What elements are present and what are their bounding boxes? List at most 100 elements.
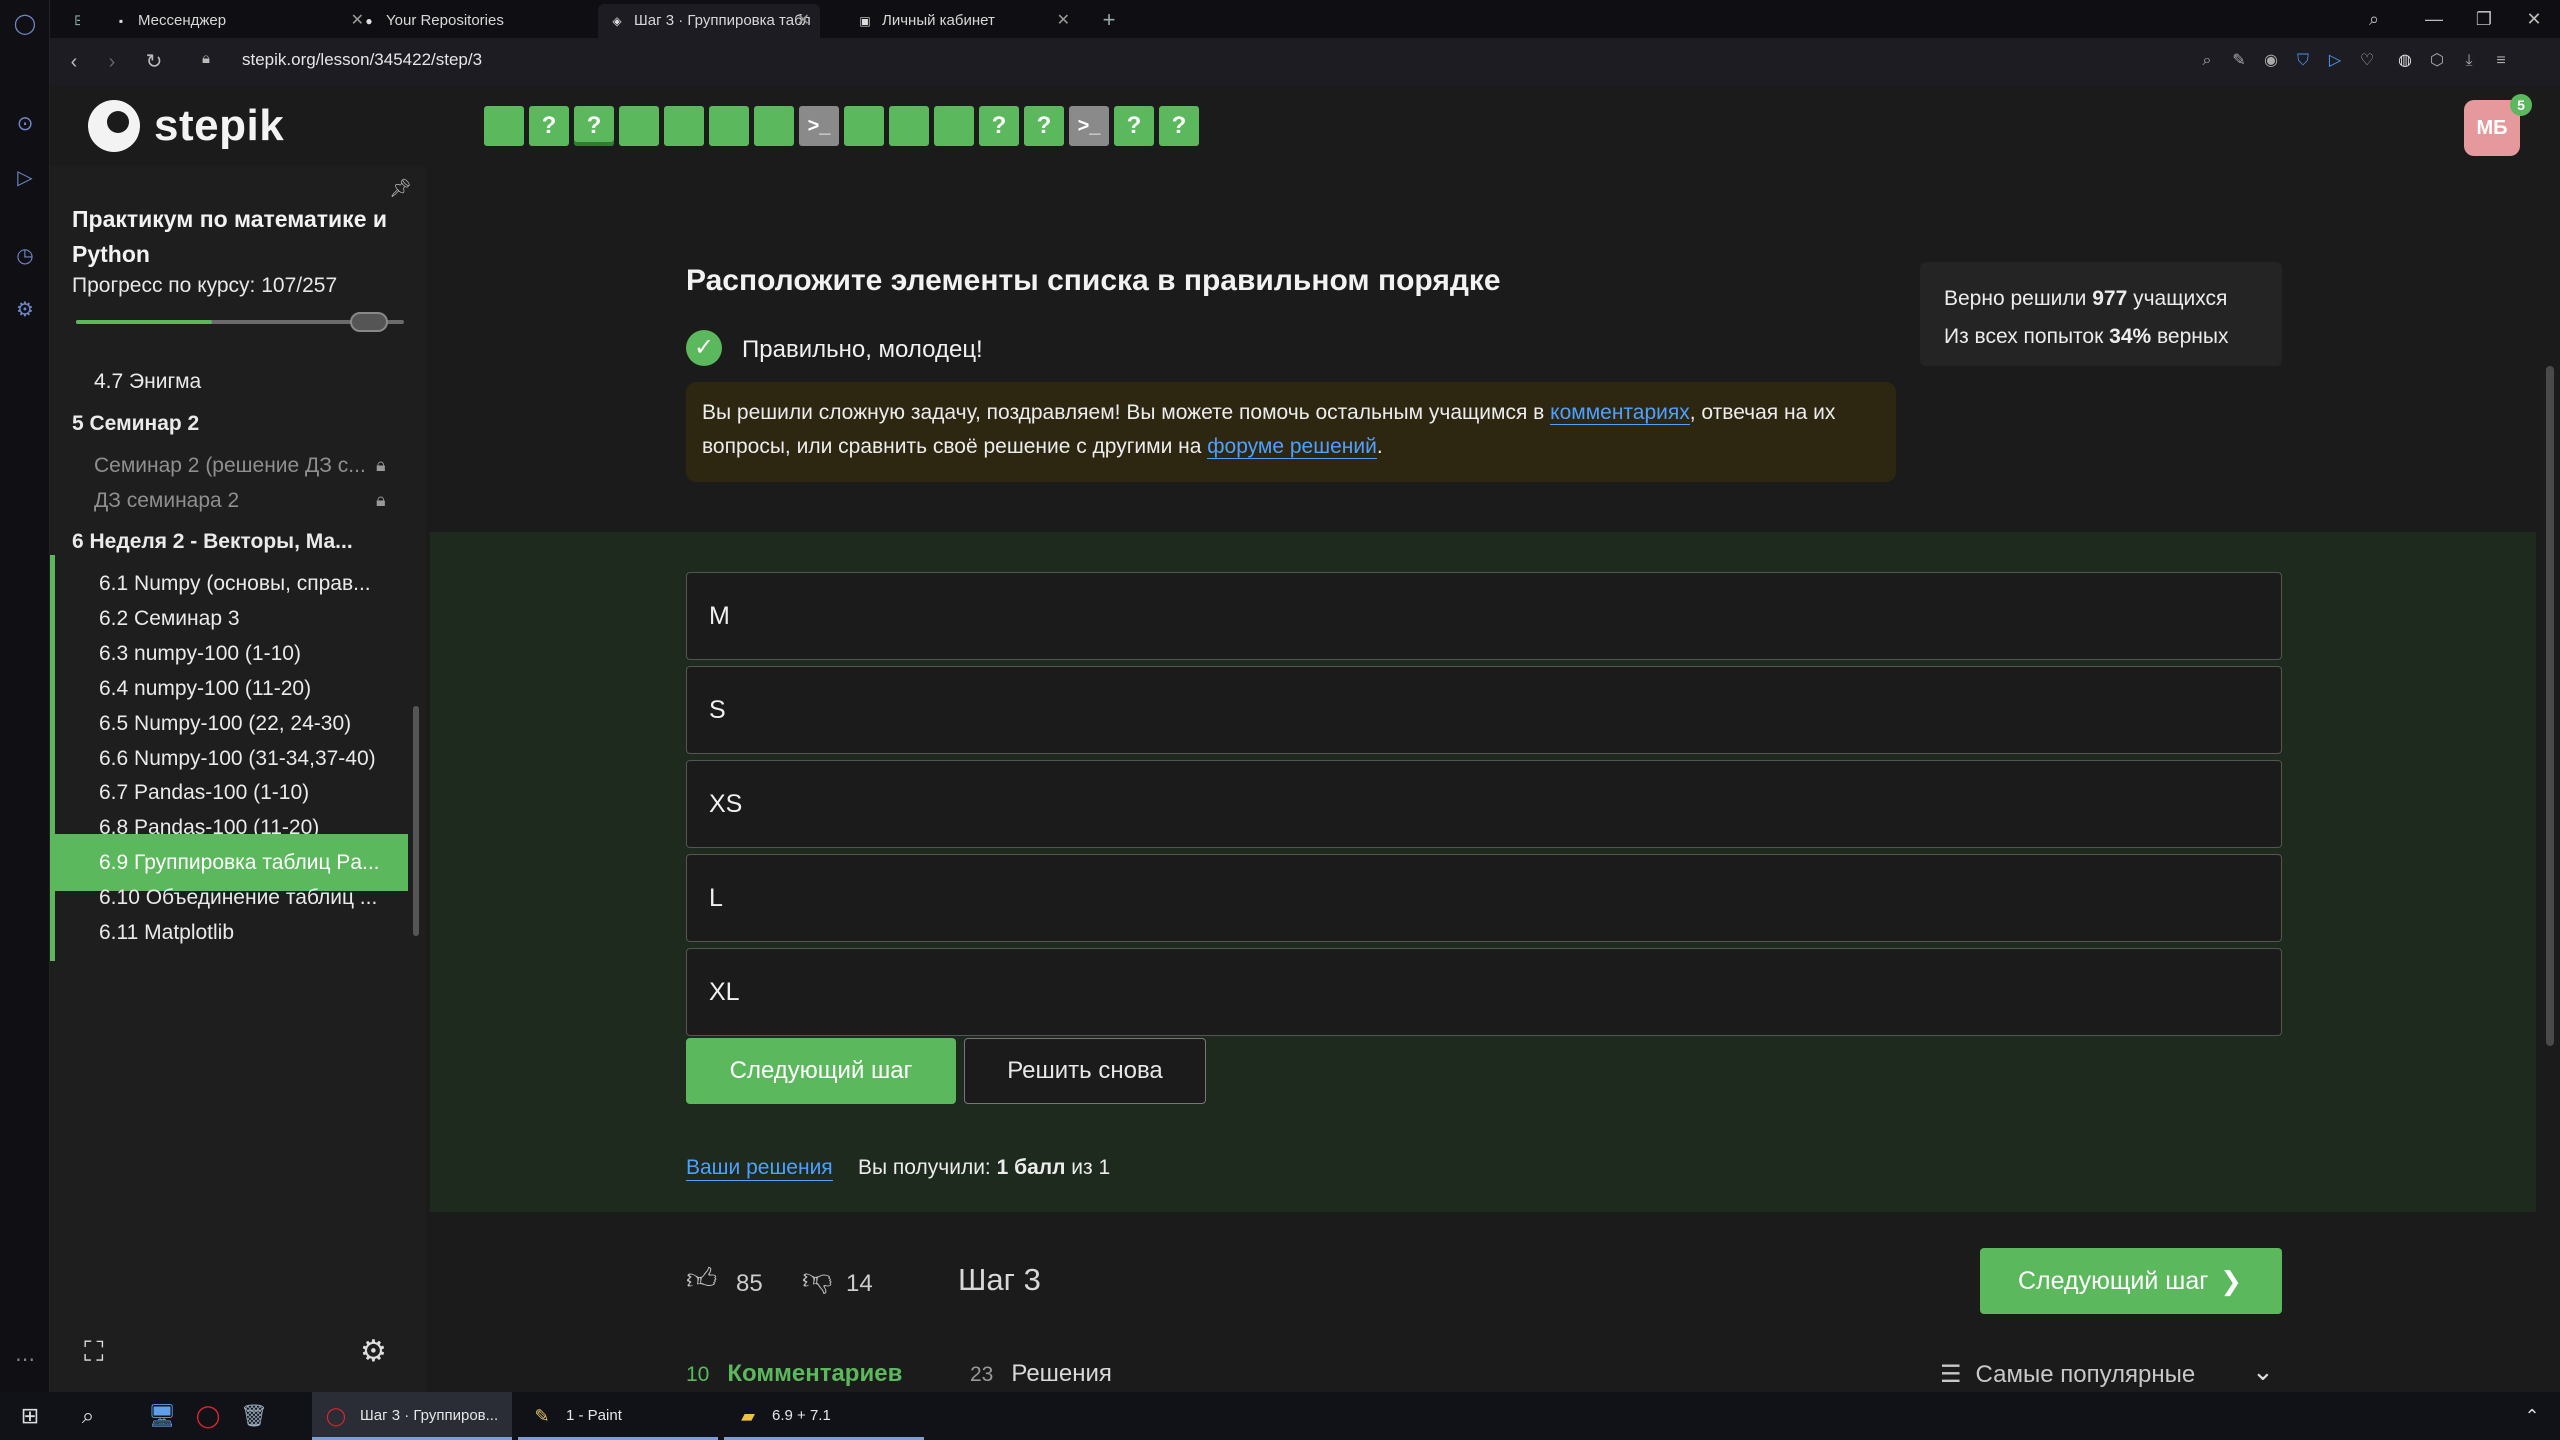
step-done-chip[interactable]: [844, 106, 884, 146]
step-question-icon[interactable]: ?: [529, 106, 569, 146]
search-tabs-icon[interactable]: ⌕: [2354, 4, 2394, 34]
recycle-bin-icon[interactable]: 🗑︎: [238, 1400, 270, 1432]
step-done-chip[interactable]: [619, 106, 659, 146]
step-question-icon[interactable]: ?: [1024, 106, 1064, 146]
menu-icon[interactable]: ≡: [2490, 50, 2512, 72]
sortable-item[interactable]: S: [686, 666, 2282, 754]
history-icon[interactable]: ◷: [13, 244, 37, 268]
comments-label: Комментариев: [727, 1360, 903, 1387]
taskbar-app-paint[interactable]: ✎ 1 - Paint: [518, 1392, 718, 1440]
tab-comments[interactable]: 10 Комментариев: [686, 1360, 902, 1388]
close-icon[interactable]: ✕: [797, 4, 810, 38]
sortable-item[interactable]: L: [686, 854, 2282, 942]
sortable-item[interactable]: XL: [686, 948, 2282, 1036]
search-icon[interactable]: ⌕: [72, 1400, 104, 1432]
page-scrollbar[interactable]: [2540, 166, 2560, 1392]
score-value: 1 балл: [996, 1156, 1066, 1179]
step-done-chip[interactable]: [664, 106, 704, 146]
window-close-icon[interactable]: ✕: [2514, 4, 2554, 34]
next-step-big-button[interactable]: Следующий шаг ❯: [1980, 1248, 2282, 1314]
step-done-chip[interactable]: [934, 106, 974, 146]
gear-icon[interactable]: ⚙: [360, 1334, 387, 1369]
solutions-forum-link[interactable]: форуме решений: [1207, 435, 1377, 459]
course-title[interactable]: Практикум по математике и Python: [72, 202, 402, 272]
stepik-icon: ◈: [612, 14, 622, 28]
zoom-icon[interactable]: ⌕: [2196, 50, 2218, 72]
step-question-icon[interactable]: ?: [1159, 106, 1199, 146]
step-question-icon[interactable]: ?: [574, 106, 614, 146]
restore-icon[interactable]: ❐: [2464, 4, 2504, 34]
sortable-item[interactable]: XS: [686, 760, 2282, 848]
thumbs-down-icon[interactable]: 👎︎: [802, 1262, 832, 1298]
step-question-icon[interactable]: ?: [1114, 106, 1154, 146]
step-code-icon[interactable]: >_: [1069, 106, 1109, 146]
shield-icon[interactable]: ⛉: [2292, 50, 2314, 72]
windows-start-icon[interactable]: ⊞: [14, 1400, 46, 1432]
taskbar-app-label: 1 - Paint: [566, 1407, 622, 1424]
download-icon[interactable]: ⤓: [2458, 50, 2480, 72]
check-icon: ✓: [686, 330, 722, 366]
lock-icon: 🔒︎: [202, 50, 210, 67]
taskbar-app-opera[interactable]: ◯ Шаг 3 · Группиров...: [312, 1392, 512, 1440]
sidebar-scrollbar[interactable]: [413, 706, 419, 936]
address-bar: ‹ › ↻ 🔒︎ stepik.org/lesson/345422/step/3…: [50, 38, 2560, 86]
tab-cabinet[interactable]: ▣ Личный кабинет ✕: [846, 4, 1080, 38]
step-code-icon[interactable]: >_: [799, 106, 839, 146]
step-done-chip[interactable]: [484, 106, 524, 146]
taskbar-app-folder[interactable]: ▰ 6.9 + 7.1: [724, 1392, 924, 1440]
solved-stat: Верно решили 977 учащихся: [1944, 280, 2258, 318]
more-icon[interactable]: ⋯: [13, 1348, 37, 1372]
chevron-up-icon[interactable]: ⌃: [2516, 1400, 2548, 1432]
progress-toggle[interactable]: [350, 312, 388, 332]
pin-icon[interactable]: 📌︎: [389, 178, 412, 199]
correct-message: Правильно, молодец!: [742, 336, 983, 363]
chevron-down-icon[interactable]: ⌄: [2252, 1356, 2274, 1387]
minimize-icon[interactable]: —: [2414, 4, 2454, 34]
solve-again-button[interactable]: Решить снова: [964, 1038, 1206, 1104]
forward-icon[interactable]: ›: [98, 48, 126, 76]
camera-icon[interactable]: ◉: [2260, 50, 2282, 72]
solutions-label: Решения: [1011, 1360, 1112, 1387]
edit-icon[interactable]: ✎: [2228, 50, 2250, 72]
settings-icon[interactable]: ⚙: [13, 298, 37, 322]
url-field[interactable]: stepik.org/lesson/345422/step/3: [242, 50, 482, 70]
computer-icon[interactable]: 🖥︎: [146, 1400, 178, 1432]
thumbs-up-icon[interactable]: 👍︎: [686, 1262, 717, 1298]
new-tab-button[interactable]: +: [1094, 4, 1124, 38]
close-icon[interactable]: ✕: [1057, 4, 1070, 38]
tab-bar: ⊟ ▪ Мессенджер ✕ ● Your Repositories ✕ ◈…: [50, 0, 2560, 38]
next-step-label: Следующий шаг: [2018, 1267, 2209, 1295]
tab-github[interactable]: ● Your Repositories ✕: [350, 4, 622, 38]
sort-dropdown[interactable]: ☰ Самые популярные: [1940, 1360, 2195, 1389]
heart-icon[interactable]: ♡: [2356, 50, 2378, 72]
send-icon[interactable]: ▷: [13, 166, 37, 190]
logo-text: stepik: [154, 101, 285, 150]
solved-count: 977: [2092, 287, 2128, 310]
tab-messenger[interactable]: ▪ Мессенджер ✕: [102, 4, 374, 38]
sortable-item[interactable]: M: [686, 572, 2282, 660]
dislike-count: 14: [846, 1270, 873, 1297]
stepik-logo[interactable]: stepik: [88, 100, 284, 152]
tab-solutions[interactable]: 23 Решения: [970, 1360, 1112, 1388]
scrollbar-thumb[interactable]: [2546, 366, 2554, 1046]
opera-icon: ◯: [325, 1406, 347, 1426]
step-done-chip[interactable]: [889, 106, 929, 146]
step-question-icon[interactable]: ?: [979, 106, 1019, 146]
next-step-button[interactable]: Следующий шаг: [686, 1038, 956, 1104]
workspace-icon[interactable]: ⊟: [50, 4, 80, 38]
back-icon[interactable]: ‹: [60, 48, 88, 76]
comments-link[interactable]: комментариях: [1550, 401, 1690, 425]
opera-logo-icon[interactable]: ◯: [13, 12, 37, 36]
box-icon[interactable]: ⬡: [2426, 50, 2448, 72]
vk-icon[interactable]: ◍: [2394, 50, 2416, 72]
step-done-chip[interactable]: [754, 106, 794, 146]
reload-icon[interactable]: ↻: [140, 48, 168, 76]
opera-icon[interactable]: ◯: [192, 1400, 224, 1432]
your-solutions-link[interactable]: Ваши решения: [686, 1156, 833, 1181]
lesson-item[interactable]: 6.11 Matplotlib: [50, 904, 408, 961]
expand-icon[interactable]: ⛶: [84, 1336, 104, 1369]
player-icon[interactable]: ⊙: [13, 112, 37, 136]
step-done-chip[interactable]: [709, 106, 749, 146]
send-icon[interactable]: ▷: [2324, 50, 2346, 72]
tab-stepik[interactable]: ◈ Шаг 3 · Группировка табл ✕: [598, 4, 820, 38]
